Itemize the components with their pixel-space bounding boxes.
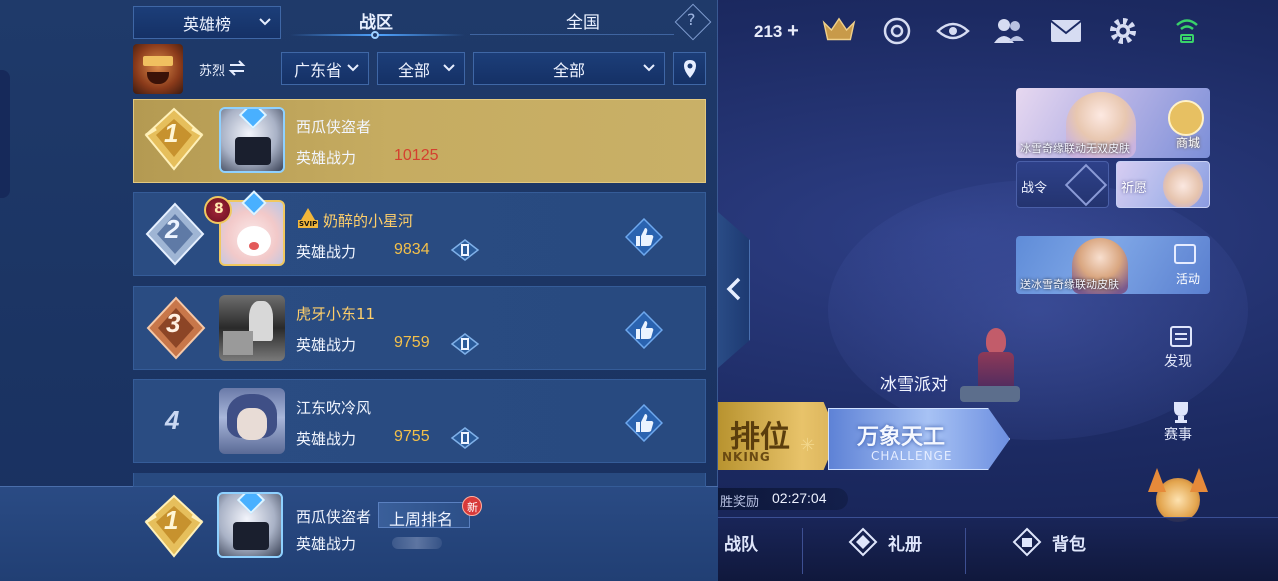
my-rank-bar — [0, 486, 718, 581]
rank-emblem-icon[interactable] — [822, 14, 856, 48]
power-label: 英雄战力 — [296, 336, 357, 354]
chevron-down-icon — [259, 18, 271, 26]
trophy-icon[interactable] — [1168, 400, 1194, 424]
tab-indicator-dot — [371, 31, 379, 39]
tab-national[interactable]: 全国 — [566, 8, 600, 33]
power-label: 英雄战力 — [296, 430, 357, 448]
backpack-icon[interactable] — [1012, 527, 1042, 557]
level-badge: 8 — [204, 196, 232, 224]
gift-book-icon[interactable] — [848, 527, 878, 557]
province-select[interactable]: 广东省 — [281, 52, 369, 85]
power-value: 9755 — [394, 428, 430, 445]
discover-icon[interactable] — [1168, 324, 1194, 348]
last-week-rank-button[interactable]: 上周排名 — [378, 502, 470, 529]
my-power-label: 英雄战力 — [296, 535, 357, 553]
player-avatar[interactable] — [219, 107, 285, 173]
wifi-signal-icon — [1170, 14, 1204, 48]
event-icon — [1174, 244, 1196, 264]
currency-counter[interactable]: 213 + — [754, 20, 799, 43]
row-5-peek — [133, 473, 706, 487]
party-character — [960, 328, 1030, 408]
chevron-down-icon — [443, 64, 455, 72]
left-edge-tab — [0, 70, 10, 198]
power-label: 英雄战力 — [296, 243, 357, 261]
city-select[interactable]: 全部 — [377, 52, 465, 85]
leaderboard-select[interactable]: 英雄榜 — [133, 6, 281, 39]
shop-label: 商城 — [1175, 136, 1200, 150]
friends-icon[interactable] — [992, 14, 1026, 48]
power-value: 9834 — [394, 241, 430, 258]
player-name: 江东吹冷风 — [296, 399, 372, 417]
event-banner-text: 送冰雪奇缘联动皮肤 — [1020, 278, 1119, 291]
reward-timer: 胜奖励 02:27:04 — [718, 488, 848, 510]
rank-number: 1 — [164, 118, 179, 148]
event-label: 活动 — [1175, 272, 1200, 286]
new-badge: 新 — [462, 496, 482, 516]
my-avatar[interactable] — [217, 492, 283, 558]
province-select-label: 广东省 — [293, 60, 342, 80]
snow-party-label[interactable]: 冰雪派对 — [880, 370, 948, 395]
category-select[interactable]: 全部 — [473, 52, 665, 85]
player-name: 虎牙小东11 — [296, 305, 376, 323]
hero-name[interactable]: 苏烈 — [199, 60, 225, 79]
chevron-down-icon — [643, 64, 655, 72]
swap-hero-icon[interactable] — [228, 60, 246, 76]
rank-number: 3 — [166, 308, 181, 338]
chevron-down-icon — [347, 64, 359, 72]
player-name: 西瓜侠盗者 — [296, 118, 372, 136]
shop-banner-text: 冰雪奇缘联动无双皮肤 — [1020, 142, 1130, 155]
shop-icon — [1168, 100, 1204, 136]
hero-card-icon[interactable] — [450, 427, 480, 449]
player-avatar[interactable] — [219, 388, 285, 454]
like-thumb-icon[interactable] — [625, 218, 663, 256]
eye-icon[interactable] — [936, 14, 970, 48]
shop-banner[interactable]: 商城 冰雪奇缘联动无双皮肤 — [1016, 88, 1210, 158]
player-name: 奶醉的小星河 — [323, 212, 414, 230]
location-button[interactable] — [673, 52, 706, 85]
category-select-label: 全部 — [552, 60, 585, 80]
wish-card[interactable]: 祈愿 — [1116, 161, 1210, 208]
chevron-left-icon — [726, 277, 741, 301]
event-banner[interactable]: 活动 送冰雪奇缘联动皮肤 — [1016, 236, 1210, 294]
settings-gear-icon[interactable] — [1106, 14, 1140, 48]
hero-card-icon[interactable] — [450, 239, 480, 261]
backpack-button[interactable]: 背包 — [1052, 530, 1086, 555]
my-rank-number: 1 — [164, 505, 179, 535]
battle-pass-icon — [1064, 163, 1108, 207]
help-icon-label: ? — [687, 10, 696, 29]
like-thumb-icon[interactable] — [625, 311, 663, 349]
power-label: 英雄战力 — [296, 149, 357, 167]
hero-avatar[interactable] — [133, 44, 183, 94]
target-icon[interactable] — [880, 14, 914, 48]
my-power-value-blurred — [392, 537, 442, 549]
power-value: 9759 — [394, 334, 430, 351]
location-pin-icon — [683, 59, 696, 78]
events-label[interactable]: 赛事 — [1164, 424, 1192, 444]
svip-icon: SVIP — [298, 208, 319, 230]
leaderboard-select-label: 英雄榜 — [182, 14, 231, 34]
team-button[interactable]: 战队 — [724, 530, 758, 555]
player-avatar[interactable] — [219, 295, 285, 361]
mail-icon[interactable] — [1049, 14, 1083, 48]
hero-card-icon[interactable] — [450, 333, 480, 355]
my-player-name: 西瓜侠盗者 — [296, 508, 372, 526]
rank-number: 2 — [165, 214, 180, 244]
city-select-label: 全部 — [397, 60, 430, 80]
ranked-mode-button[interactable]: 排位 NKING — [718, 402, 838, 470]
sparkle-icon: ✳ — [800, 435, 816, 456]
tab-region[interactable]: 战区 — [359, 8, 393, 33]
discover-label[interactable]: 发现 — [1164, 351, 1192, 371]
like-thumb-icon[interactable] — [625, 404, 663, 442]
tab-divider — [470, 34, 674, 35]
challenge-mode-button[interactable]: 万象天工 CHALLENGE — [828, 408, 1010, 470]
gift-book-button[interactable]: 礼册 — [888, 530, 922, 555]
battle-pass-card[interactable]: 战令 — [1016, 161, 1109, 208]
rank-number: 4 — [165, 405, 180, 435]
power-value: 10125 — [394, 147, 439, 164]
